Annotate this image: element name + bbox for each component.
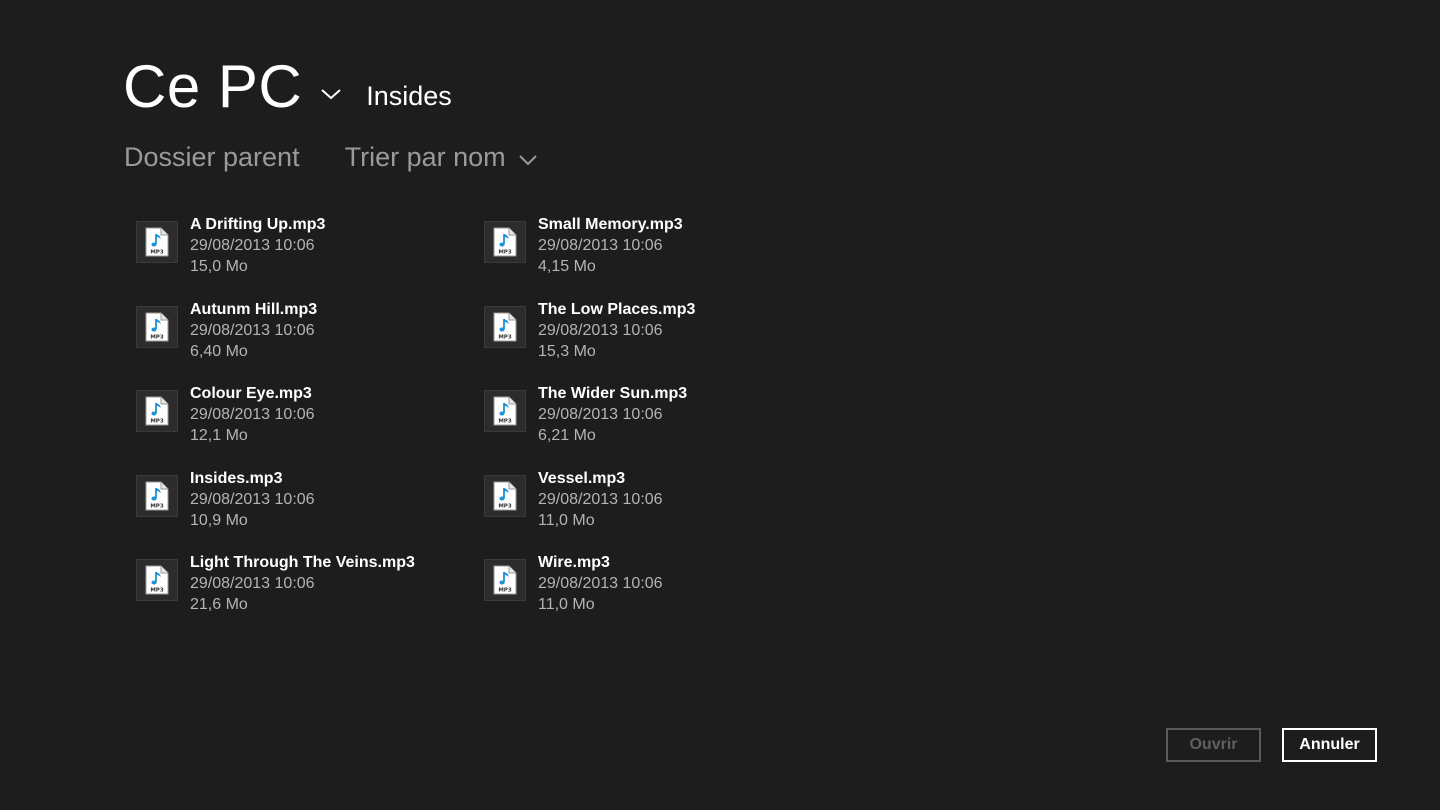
file-meta: Vessel.mp3 29/08/2013 10:06 11,0 Mo [538,468,663,531]
file-size: 6,40 Mo [190,342,248,360]
parent-folder-button[interactable]: Dossier parent [124,142,300,173]
file-thumbnail: MP3 [484,305,526,348]
file-size: 15,3 Mo [538,342,596,360]
file-thumbnail: MP3 [136,390,178,432]
svg-text:MP3: MP3 [498,588,512,594]
mp3-file-icon: MP3 [145,396,169,426]
file-meta: The Low Places.mp3 29/08/2013 10:06 15,3 M… [538,299,695,362]
file-item[interactable]: MP3 Autunm Hill.mp3 29/08/2013 10:06 6,40 M… [136,299,484,384]
file-thumbnail: MP3 [136,559,178,601]
file-meta: Autunm Hill.mp3 29/08/2013 10:06 6,40 Mo [190,299,317,362]
file-name: Wire.mp3 [538,554,610,571]
current-folder-label: Insides [366,81,452,111]
file-name: Small Memory.mp3 [538,216,683,233]
file-date: 29/08/2013 10:06 [190,575,315,592]
file-date: 29/08/2013 10:06 [190,321,315,339]
file-thumbnail: MP3 [136,221,178,263]
file-item[interactable]: MP3 The Wider Sun.mp3 29/08/2013 10:06 6,21… [484,383,832,468]
mp3-file-icon: MP3 [493,396,517,426]
open-button-label: Ouvrir [1189,736,1238,753]
location-header: Ce PC Insides [123,52,452,121]
file-name: Insides.mp3 [190,469,283,487]
file-size: 15,0 Mo [190,258,248,275]
file-thumbnail: MP3 [484,474,526,517]
mp3-file-icon: MP3 [493,481,517,510]
file-item[interactable]: MP3 Colour Eye.mp3 29/08/2013 10:06 12,1 Mo [136,383,484,468]
location-dropdown[interactable]: Ce PC [123,52,342,121]
mp3-file-icon: MP3 [493,565,517,595]
file-size: 6,21 Mo [538,427,596,444]
file-name: The Wider Sun.mp3 [538,385,688,402]
mp3-file-icon: MP3 [145,227,169,257]
mp3-file-icon: MP3 [145,565,169,595]
file-item[interactable]: MP3 The Low Places.mp3 29/08/2013 10:06 15,… [484,299,832,384]
svg-text:MP3: MP3 [498,503,512,509]
file-item[interactable]: MP3 Wire.mp3 29/08/2013 10:06 11,0 Mo [484,552,832,637]
file-item[interactable]: MP3 A Drifting Up.mp3 29/08/2013 10:06 15,0… [136,214,484,299]
file-item[interactable]: MP3 Small Memory.mp3 29/08/2013 10:06 4,15 … [484,214,832,299]
file-thumbnail: MP3 [136,474,178,517]
location-root-label: Ce PC [123,53,303,120]
file-size: 12,1 Mo [190,427,248,444]
sort-label: Trier par nom [344,142,506,172]
file-date: 29/08/2013 10:06 [190,237,315,254]
file-meta: Colour Eye.mp3 29/08/2013 10:06 12,1 Mo [190,383,315,446]
file-size: 11,0 Mo [538,596,595,613]
file-size: 21,6 Mo [190,596,248,613]
file-date: 29/08/2013 10:06 [538,406,663,423]
open-button[interactable]: Ouvrir [1166,728,1261,762]
mp3-file-icon: MP3 [145,312,169,341]
svg-text:MP3: MP3 [150,503,164,509]
file-meta: The Wider Sun.mp3 29/08/2013 10:06 6,21 Mo [538,383,687,446]
cancel-button-label: Annuler [1299,736,1360,753]
file-size: 4,15 Mo [538,258,596,275]
file-meta: Wire.mp3 29/08/2013 10:06 11,0 Mo [538,552,663,615]
file-item[interactable]: MP3 Insides.mp3 29/08/2013 10:06 10,9 Mo [136,468,484,553]
file-thumbnail: MP3 [484,559,526,601]
file-name: The Low Places.mp3 [538,300,696,318]
svg-text:MP3: MP3 [498,334,512,340]
file-name: Colour Eye.mp3 [190,385,312,402]
file-meta: A Drifting Up.mp3 29/08/2013 10:06 15,0 Mo [190,214,325,277]
file-meta: Light Through The Veins.mp3 29/08/2013 10… [190,552,415,615]
file-thumbnail: MP3 [136,305,178,348]
file-size: 11,0 Mo [538,511,595,529]
file-thumbnail: MP3 [484,221,526,263]
file-meta: Small Memory.mp3 29/08/2013 10:06 4,15 Mo [538,214,683,277]
mp3-file-icon: MP3 [145,481,169,510]
command-bar: Dossier parent Trier par nom [124,142,538,173]
svg-text:MP3: MP3 [498,419,512,425]
file-size: 10,9 Mo [190,511,248,529]
file-thumbnail: MP3 [484,390,526,432]
svg-text:MP3: MP3 [498,250,512,256]
file-date: 29/08/2013 10:06 [190,406,315,423]
svg-text:MP3: MP3 [150,588,164,594]
file-date: 29/08/2013 10:06 [538,575,663,592]
mp3-file-icon: MP3 [493,312,517,341]
file-name: Vessel.mp3 [538,469,626,487]
file-item[interactable]: MP3 Vessel.mp3 29/08/2013 10:06 11,0 Mo [484,468,832,553]
file-picker: Ce PC Insides Dossier parent Trier par n… [0,0,1440,810]
file-name: A Drifting Up.mp3 [190,216,326,233]
cancel-button[interactable]: Annuler [1282,728,1377,762]
sort-dropdown[interactable]: Trier par nom [345,142,538,173]
svg-text:MP3: MP3 [150,334,164,340]
file-date: 29/08/2013 10:06 [538,490,663,508]
chevron-down-icon [320,46,342,115]
file-name: Light Through The Veins.mp3 [190,554,415,571]
file-item[interactable]: MP3 Light Through The Veins.mp3 29/08/2013… [136,552,484,637]
file-list: MP3 A Drifting Up.mp3 29/08/2013 10:06 15,0… [136,214,832,637]
mp3-file-icon: MP3 [493,227,517,257]
file-date: 29/08/2013 10:06 [190,490,315,508]
file-date: 29/08/2013 10:06 [538,237,663,254]
parent-folder-label: Dossier parent [124,142,300,172]
svg-text:MP3: MP3 [150,419,164,425]
file-name: Autunm Hill.mp3 [190,300,318,318]
svg-text:MP3: MP3 [150,250,164,256]
file-date: 29/08/2013 10:06 [538,321,663,339]
file-meta: Insides.mp3 29/08/2013 10:06 10,9 Mo [190,468,315,531]
chevron-down-icon [518,142,538,173]
